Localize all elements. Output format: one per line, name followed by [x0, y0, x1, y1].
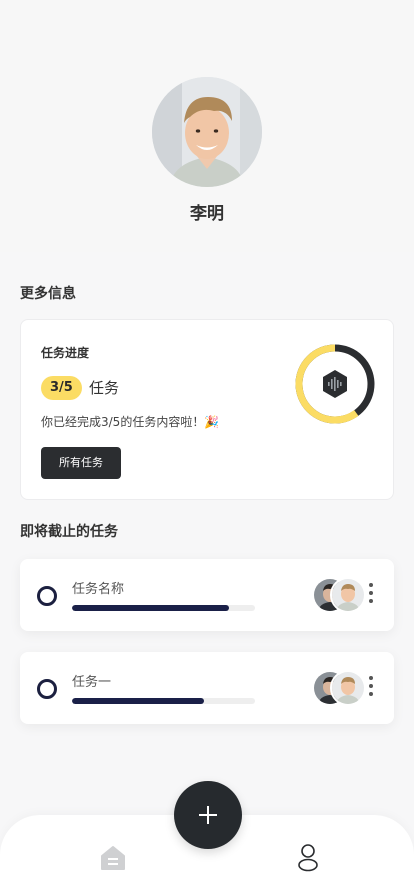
task-progress-bar [72, 605, 255, 611]
task-count-label: 任务 [89, 379, 120, 397]
profile-avatar[interactable] [152, 77, 262, 187]
task-progress-description: 你已经完成3/5的任务内容啦！🎉 [41, 415, 220, 429]
task-name: 任务名称 [72, 582, 125, 597]
home-icon[interactable] [99, 844, 127, 872]
all-tasks-button[interactable]: 所有任务 [41, 447, 121, 479]
task-progress-fill [72, 605, 230, 611]
more-info-title: 更多信息 [20, 286, 76, 302]
task-name: 任务一 [72, 675, 112, 690]
progress-ring [295, 344, 375, 424]
upcoming-tasks-title: 即将截止的任务 [20, 524, 118, 540]
assignee-avatar [330, 670, 366, 706]
task-progress-fill [72, 698, 204, 704]
person-icon[interactable] [295, 842, 321, 874]
plus-icon [199, 806, 217, 824]
assignee-avatar [330, 577, 366, 613]
task-item[interactable]: 任务名称 [20, 559, 394, 631]
add-task-button[interactable] [174, 781, 242, 849]
profile-header: 李明 [0, 0, 414, 252]
profile-name: 李明 [190, 204, 224, 224]
task-checkbox[interactable] [37, 586, 57, 606]
task-progress-bar [72, 698, 255, 704]
audio-wave-icon [323, 370, 347, 398]
task-progress-title: 任务进度 [41, 346, 90, 360]
task-item[interactable]: 任务一 [20, 652, 394, 724]
task-checkbox[interactable] [37, 679, 57, 699]
task-count-badge: 3/5 [41, 376, 82, 400]
task-progress-card: 任务进度 3/5 任务 你已经完成3/5的任务内容啦！🎉 所有任务 [20, 319, 394, 500]
